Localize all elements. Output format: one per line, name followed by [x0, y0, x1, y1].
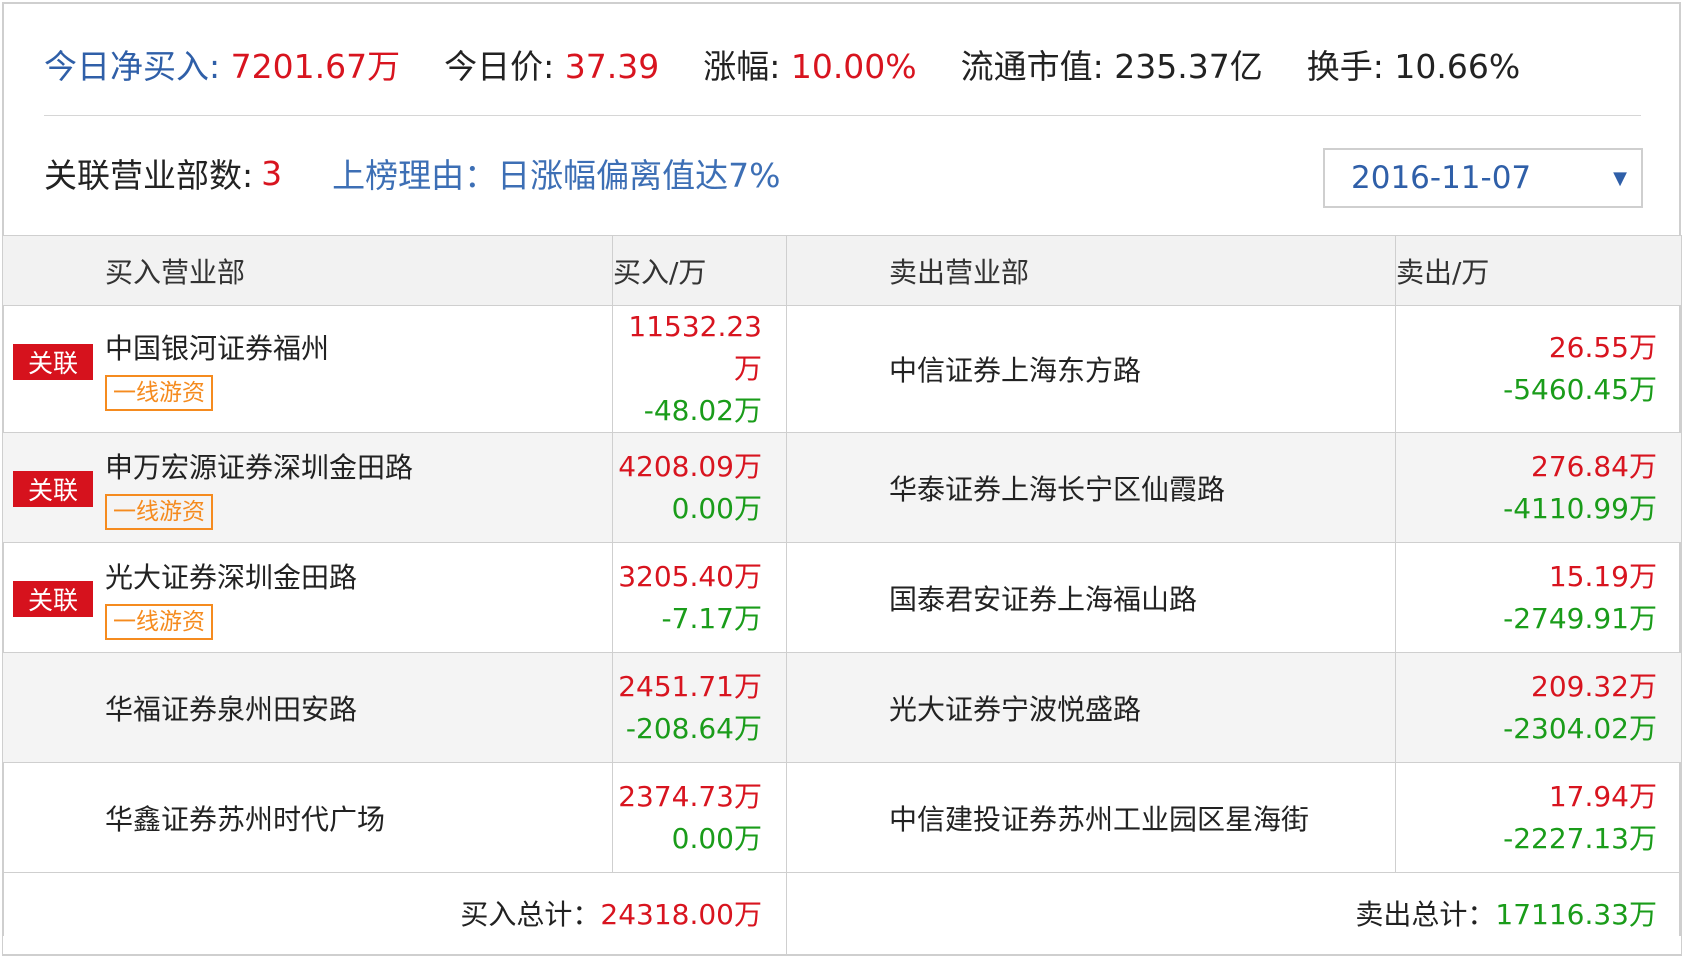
table-row[interactable]: 关联 申万宏源证券深圳金田路 一线游资 4208.09万 0.00万 华泰证券上海长宁区仙… [2, 432, 1682, 543]
date-select[interactable]: 2016-11-07 ▼ [1323, 148, 1643, 208]
sell-dept-cell: 中信证券上海东方路 [786, 305, 1396, 433]
sell-dept-name[interactable]: 华泰证券上海长宁区仙霞路 [889, 468, 1395, 508]
table-row[interactable]: 华鑫证券苏州时代广场 2374.73万 0.00万 中信建投证券苏州工业园区星海街 17… [2, 762, 1682, 873]
sell-dept-name[interactable]: 中信证券上海东方路 [889, 349, 1395, 389]
related-badge: 关联 [13, 344, 93, 380]
sell-value: 26.55万 [1548, 331, 1657, 364]
buy-total-cell: 买入总计：24318.00万 [2, 872, 787, 956]
turnover-stat: 换手: 10.66% [1307, 40, 1520, 88]
meta-bar: 关联营业部数: 3 上榜理由：日涨幅偏离值达7% [44, 151, 781, 196]
sell-dept-cell: 国泰君安证券上海福山路 [786, 542, 1396, 653]
related-badge: 关联 [13, 471, 93, 507]
sell-dept-cell: 光大证券宁波悦盛路 [786, 652, 1396, 763]
sell-dept-name[interactable]: 光大证券宁波悦盛路 [889, 688, 1395, 728]
mktcap-value: 235.37亿 [1114, 47, 1263, 86]
divider [44, 115, 1641, 116]
buy-dept-cell: 华鑫证券苏州时代广场 [2, 762, 613, 873]
sell-amt-cell: 209.32万 -2304.02万 [1395, 652, 1682, 763]
date-select-value: 2016-11-07 [1351, 160, 1532, 196]
buy-dept-cell: 关联 光大证券深圳金田路 一线游资 [2, 542, 613, 653]
sell-dept-name[interactable]: 国泰君安证券上海福山路 [889, 578, 1395, 618]
buy-net-value: 0.00万 [671, 491, 762, 525]
chevron-down-icon: ▼ [1613, 168, 1627, 189]
buy-total-value: 24318.00万 [600, 898, 762, 932]
sell-value: 209.32万 [1531, 669, 1657, 703]
broker-table: 买入营业部 买入/万 卖出营业部 卖出/万 关联 中国银河证券福州 一线游资 1153… [2, 235, 1682, 956]
sell-value: 276.84万 [1531, 449, 1657, 483]
net-buy-stat: 今日净买入: 7201.67万 [44, 40, 400, 88]
buy-amt-cell: 3205.40万 -7.17万 [612, 542, 787, 653]
sell-net-value: -4110.99万 [1503, 491, 1657, 525]
table-header-row: 买入营业部 买入/万 卖出营业部 卖出/万 [2, 235, 1682, 306]
sell-total-label: 卖出总计： [1355, 898, 1496, 932]
mktcap-label: 流通市值: [960, 47, 1104, 86]
buy-dept-cell: 华福证券泉州田安路 [2, 652, 613, 763]
summary-bar: 今日净买入: 7201.67万 今日价: 37.39 涨幅: 10.00% 流通… [44, 42, 1564, 86]
sell-value: 15.19万 [1548, 559, 1657, 593]
net-buy-value: 7201.67万 [230, 47, 401, 86]
totals-row: 买入总计：24318.00万 卖出总计：17116.33万 [2, 872, 1682, 956]
table-row[interactable]: 关联 中国银河证券福州 一线游资 11532.23万 -48.02万 中信证券上海东方路 2… [2, 305, 1682, 433]
sell-dept-header: 卖出营业部 [786, 235, 1396, 306]
related-badge: 关联 [13, 581, 93, 617]
buy-dept-name[interactable]: 华福证券泉州田安路 [105, 688, 612, 728]
price-stat: 今日价: 37.39 [444, 40, 659, 88]
sell-amt-cell: 276.84万 -4110.99万 [1395, 432, 1682, 543]
buy-dept-name[interactable]: 华鑫证券苏州时代广场 [105, 798, 612, 838]
buy-dept-cell: 关联 申万宏源证券深圳金田路 一线游资 [2, 432, 613, 543]
sell-net-value: -5460.45万 [1503, 373, 1657, 406]
buy-net-value: -208.64万 [625, 711, 762, 745]
price-label: 今日价: [444, 47, 555, 86]
hot-money-tag: 一线游资 [105, 493, 213, 530]
sell-net-value: -2749.91万 [1503, 601, 1657, 635]
sell-value: 17.94万 [1548, 779, 1657, 813]
buy-dept-name[interactable]: 光大证券深圳金田路 [105, 556, 612, 596]
table-row[interactable]: 关联 光大证券深圳金田路 一线游资 3205.40万 -7.17万 国泰君安证券上海福山路… [2, 542, 1682, 653]
turnover-value: 10.66% [1394, 47, 1521, 86]
sell-dept-name[interactable]: 中信建投证券苏州工业园区星海街 [889, 798, 1395, 838]
buy-value: 2451.71万 [618, 669, 762, 703]
buy-net-value: -7.17万 [661, 601, 762, 635]
turnover-label: 换手: [1306, 47, 1384, 86]
dept-count-label: 关联营业部数: [44, 156, 254, 195]
sell-dept-cell: 华泰证券上海长宁区仙霞路 [786, 432, 1396, 543]
sell-total-cell: 卖出总计：17116.33万 [786, 872, 1682, 956]
sell-dept-cell: 中信建投证券苏州工业园区星海街 [786, 762, 1396, 873]
hot-money-tag: 一线游资 [105, 375, 213, 411]
dragon-tiger-panel: 今日净买入: 7201.67万 今日价: 37.39 涨幅: 10.00% 流通… [0, 0, 1683, 956]
sell-amt-cell: 15.19万 -2749.91万 [1395, 542, 1682, 653]
buy-dept-name[interactable]: 中国银河证券福州 [105, 327, 612, 367]
buy-net-value: -48.02万 [643, 394, 762, 427]
buy-amt-cell: 2451.71万 -208.64万 [612, 652, 787, 763]
buy-value: 3205.40万 [618, 559, 762, 593]
buy-dept-name[interactable]: 申万宏源证券深圳金田路 [105, 446, 612, 486]
sell-net-value: -2227.13万 [1503, 821, 1657, 855]
change-stat: 涨幅: 10.00% [703, 40, 916, 88]
hot-money-tag: 一线游资 [105, 603, 213, 640]
sell-net-value: -2304.02万 [1503, 711, 1657, 745]
buy-dept-header: 买入营业部 [2, 235, 613, 306]
buy-amt-cell: 4208.09万 0.00万 [612, 432, 787, 543]
sell-amt-cell: 26.55万 -5460.45万 [1395, 305, 1682, 433]
price-value: 37.39 [564, 47, 660, 86]
change-label: 涨幅: [703, 47, 781, 86]
buy-value: 2374.73万 [618, 779, 762, 813]
buy-amt-cell: 11532.23万 -48.02万 [612, 305, 787, 433]
sell-amt-header: 卖出/万 [1395, 235, 1682, 306]
buy-dept-cell: 关联 中国银河证券福州一线游资 [2, 305, 613, 433]
listing-reason: 上榜理由：日涨幅偏离值达7% [332, 156, 781, 195]
buy-value: 11532.23万 [628, 310, 762, 385]
sell-total-value: 17116.33万 [1495, 898, 1657, 932]
buy-amt-cell: 2374.73万 0.00万 [612, 762, 787, 873]
table-row[interactable]: 华福证券泉州田安路 2451.71万 -208.64万 光大证券宁波悦盛路 209.32… [2, 652, 1682, 763]
mktcap-stat: 流通市值: 235.37亿 [961, 40, 1263, 88]
change-value: 10.00% [790, 47, 917, 86]
dept-count-value: 3 [261, 153, 283, 193]
buy-net-value: 0.00万 [671, 821, 762, 855]
buy-amt-header: 买入/万 [612, 235, 787, 306]
sell-amt-cell: 17.94万 -2227.13万 [1395, 762, 1682, 873]
net-buy-label: 今日净买入: [44, 47, 221, 86]
buy-value: 4208.09万 [618, 449, 762, 483]
buy-total-label: 买入总计： [460, 898, 601, 932]
